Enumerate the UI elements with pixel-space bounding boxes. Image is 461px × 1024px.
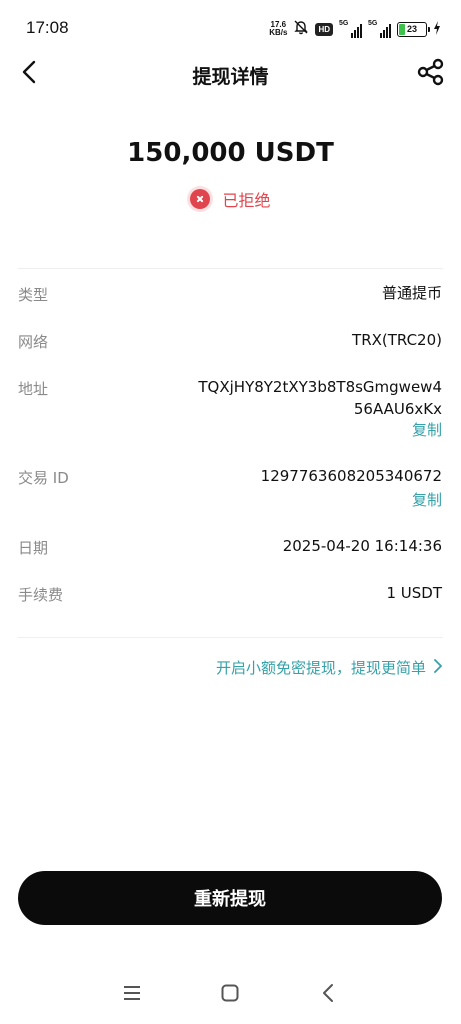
hd-badge: HD: [315, 22, 333, 36]
home-button[interactable]: [216, 983, 244, 1007]
withdrawal-amount: 150,000 USDT: [127, 138, 334, 168]
date-label: 日期: [18, 539, 49, 557]
chevron-right-icon: [434, 658, 442, 677]
recent-apps-button[interactable]: [118, 983, 146, 1007]
back-icon: [322, 983, 334, 1007]
address-line: 56AAU6xKx: [353, 400, 442, 418]
fee-value: 1 USDT: [386, 584, 442, 602]
divider: [18, 637, 443, 638]
txid-label: 交易 ID: [18, 469, 69, 487]
promo-text: 开启小额免密提现，提现更简单: [215, 659, 426, 677]
network-label: 网络: [18, 333, 49, 351]
divider: [18, 268, 443, 269]
signal-strength-icon: 5G: [339, 20, 362, 38]
copy-address-button[interactable]: 复制: [412, 419, 442, 440]
bell-muted-icon: [293, 19, 309, 39]
status-text: 已拒绝: [222, 191, 271, 210]
network-value: TRX(TRC20): [352, 331, 442, 349]
signal-label: 5G: [339, 20, 349, 27]
network-speed-unit: KB/s: [269, 28, 288, 37]
charging-icon: [433, 20, 441, 39]
battery-level: 23: [406, 23, 417, 34]
system-back-button[interactable]: [314, 983, 342, 1007]
system-nav-bar: [0, 975, 461, 1015]
menu-icon: [122, 985, 142, 1005]
address-line: TQXjHY8Y2tXY3b8T8sGmgwew4: [198, 378, 442, 396]
withdraw-again-button[interactable]: 重新提现: [18, 871, 442, 925]
address-label: 地址: [18, 380, 49, 398]
copy-txid-button[interactable]: 复制: [412, 489, 442, 510]
txid-value: 1297763608205340672: [260, 467, 442, 485]
status-time: 17:08: [26, 18, 69, 37]
share-button[interactable]: [415, 58, 447, 90]
withdrawal-status: 已拒绝: [0, 187, 461, 211]
signal-strength-icon: 5G: [368, 20, 391, 38]
page-title: 提现详情: [192, 66, 269, 88]
fee-label: 手续费: [18, 586, 64, 604]
status-icons: 17.6 KB/s HD 5G 5G 23: [269, 18, 441, 40]
share-icon: [416, 57, 446, 91]
rejected-icon: [190, 189, 211, 209]
address-value: TQXjHY8Y2tXY3b8T8sGmgwew4 56AAU6xKx: [198, 376, 442, 420]
small-amount-withdrawal-link[interactable]: 开启小额免密提现，提现更简单: [216, 657, 442, 678]
network-speed: 17.6 KB/s: [269, 21, 287, 37]
app-header: 提现详情: [0, 52, 461, 96]
battery-icon: 23: [397, 21, 430, 37]
date-value: 2025-04-20 16:14:36: [282, 537, 442, 555]
signal-label: 5G: [368, 20, 378, 27]
type-value: 普通提币: [381, 284, 442, 302]
home-icon: [220, 983, 240, 1007]
type-label: 类型: [18, 286, 49, 304]
status-bar: 17:08 17.6 KB/s HD 5G 5G 23: [0, 0, 461, 56]
